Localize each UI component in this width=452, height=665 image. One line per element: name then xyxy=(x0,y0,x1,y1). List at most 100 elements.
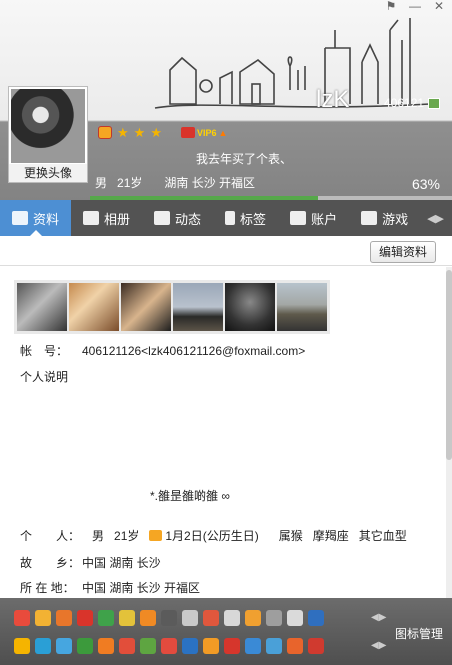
app-icon-row xyxy=(14,610,324,626)
tab-label: 标签 xyxy=(240,211,267,227)
qq-status-icon[interactable] xyxy=(428,98,440,109)
photo-thumbnail[interactable] xyxy=(121,283,171,331)
edit-profile-button[interactable]: 编辑资料 xyxy=(369,241,436,263)
app-shortcut-icon[interactable] xyxy=(203,638,219,654)
bookmark-icon xyxy=(225,211,236,225)
account-row: 帐 号： 406121126<lzk406121126@foxmail.com> xyxy=(20,342,305,359)
app-shortcut-icon[interactable] xyxy=(140,610,156,626)
toolbar-scroll-icon[interactable]: ◀▶ xyxy=(371,640,386,651)
app-shortcut-icon[interactable] xyxy=(77,610,93,626)
app-shortcut-icon[interactable] xyxy=(224,638,240,654)
location: 湖南 长沙 开福区 xyxy=(164,176,256,190)
app-icon-toolbar: ◀▶ ◀▶ 图标管理 xyxy=(0,598,452,665)
tab-feed[interactable]: 动态 xyxy=(142,200,213,236)
app-shortcut-icon[interactable] xyxy=(266,638,282,654)
app-shortcut-icon[interactable] xyxy=(266,610,282,626)
photo-strip xyxy=(14,280,330,334)
app-shortcut-icon[interactable] xyxy=(308,610,324,626)
personal-motto: *.雒昰雒啲雒 ∞ xyxy=(150,489,230,503)
vip-level-label: VIP6 xyxy=(196,127,217,138)
hometown-value: 中国 湖南 长沙 xyxy=(82,556,161,570)
level-percent: 63% xyxy=(411,176,440,192)
tab-label: 资料 xyxy=(33,211,60,227)
tab-account[interactable]: 账户 xyxy=(278,200,349,236)
app-shortcut-icon[interactable] xyxy=(224,610,240,626)
change-avatar-button[interactable]: 更换头像 xyxy=(9,164,87,182)
app-shortcut-icon[interactable] xyxy=(98,610,114,626)
close-button[interactable]: ✕ xyxy=(432,0,446,12)
personal-gender: 男 xyxy=(92,529,105,543)
profile-header: ⚑ — ✕ 更换头像 lzK 406121126 ★ ★ ★ VIP6 ▲ 我去… xyxy=(0,0,452,200)
personal-row: 个 人： 男 21岁 1月2日(公历生日) 属猴 摩羯座 其它血型 xyxy=(20,527,417,544)
tab-games[interactable]: 游戏 xyxy=(349,200,420,236)
avatar-image xyxy=(11,89,85,163)
qq-number: 406121126 xyxy=(384,96,424,110)
signature[interactable]: 我去年买了个表、 xyxy=(196,150,292,167)
account-value: 406121126<lzk406121126@foxmail.com> xyxy=(82,344,306,358)
location-row: 所 在 地： 中国 湖南 长沙 开福区 xyxy=(20,579,200,596)
location-label: 所 在 地： xyxy=(20,581,75,595)
app-shortcut-icon[interactable] xyxy=(77,638,93,654)
description-label: 个人说明 xyxy=(20,370,69,384)
tab-label: 相册 xyxy=(104,211,131,227)
wallet-icon xyxy=(290,211,307,225)
basic-info: 男 21岁 湖南 长沙 开福区 xyxy=(95,174,255,191)
photo-thumbnail[interactable] xyxy=(277,283,327,331)
game-icon xyxy=(361,211,378,225)
app-shortcut-icon[interactable] xyxy=(245,610,261,626)
level-badges: ★ ★ ★ VIP6 ▲ xyxy=(98,126,227,139)
app-shortcut-icon[interactable] xyxy=(308,638,324,654)
app-shortcut-icon[interactable] xyxy=(98,638,114,654)
toolbar-scroll-icon[interactable]: ◀▶ xyxy=(371,612,386,623)
app-shortcut-icon[interactable] xyxy=(56,610,72,626)
app-shortcut-icon[interactable] xyxy=(182,610,198,626)
icon-manage-button[interactable]: 图标管理 xyxy=(395,625,443,642)
tab-tags[interactable]: 标签 xyxy=(213,200,278,236)
app-shortcut-icon[interactable] xyxy=(35,610,51,626)
gender: 男 xyxy=(95,176,108,190)
zodiac: 属猴 xyxy=(278,529,303,543)
app-shortcut-icon[interactable] xyxy=(161,638,177,654)
edit-bar: 编辑资料 xyxy=(0,236,452,266)
app-shortcut-icon[interactable] xyxy=(287,610,303,626)
vip-crown-icon xyxy=(180,127,195,138)
app-shortcut-icon[interactable] xyxy=(287,638,303,654)
app-shortcut-icon[interactable] xyxy=(161,610,177,626)
photo-thumbnail[interactable] xyxy=(225,283,275,331)
constellation: 摩羯座 xyxy=(312,529,349,543)
hometown-label: 故 乡： xyxy=(20,556,81,570)
tab-profile[interactable]: 资料 xyxy=(0,200,72,236)
birthday-crown-icon xyxy=(149,530,163,541)
photo-thumbnail[interactable] xyxy=(17,283,67,331)
skin-icon[interactable]: ⚑ xyxy=(384,0,398,12)
app-shortcut-icon[interactable] xyxy=(56,638,72,654)
app-shortcut-icon[interactable] xyxy=(182,638,198,654)
scrollbar-thumb[interactable] xyxy=(446,270,452,460)
app-shortcut-icon[interactable] xyxy=(203,610,219,626)
app-shortcut-icon[interactable] xyxy=(119,638,135,654)
album-icon xyxy=(83,211,100,225)
star-level-icon: ★ xyxy=(150,125,162,140)
minimize-button[interactable]: — xyxy=(408,0,422,12)
tab-scroll-right-icon[interactable]: ◀▶ xyxy=(427,212,444,225)
window-controls: ⚑ — ✕ xyxy=(384,0,446,12)
vip-badge[interactable]: VIP6 ▲ xyxy=(180,127,227,138)
nickname: lzK xyxy=(316,86,350,113)
app-shortcut-icon[interactable] xyxy=(119,610,135,626)
app-shortcut-icon[interactable] xyxy=(14,610,30,626)
app-icon-row xyxy=(14,638,324,654)
crown-level-icon[interactable] xyxy=(98,126,112,139)
profile-content: 编辑资料 帐 号： 406121126<lzk406121126@foxmail.… xyxy=(0,236,452,598)
profile-tabs: 资料 相册 动态 标签 账户 游戏 ◀▶ xyxy=(0,200,452,236)
app-shortcut-icon[interactable] xyxy=(245,638,261,654)
tab-album[interactable]: 相册 xyxy=(71,200,142,236)
app-shortcut-icon[interactable] xyxy=(140,638,156,654)
age: 21岁 xyxy=(117,176,143,190)
hometown-row: 故 乡： 中国 湖南 长沙 xyxy=(20,554,161,571)
photo-thumbnail[interactable] xyxy=(173,283,223,331)
app-shortcut-icon[interactable] xyxy=(14,638,30,654)
tab-label: 动态 xyxy=(175,211,202,227)
star-level-icon: ★ xyxy=(133,125,146,140)
app-shortcut-icon[interactable] xyxy=(35,638,51,654)
photo-thumbnail[interactable] xyxy=(69,283,119,331)
